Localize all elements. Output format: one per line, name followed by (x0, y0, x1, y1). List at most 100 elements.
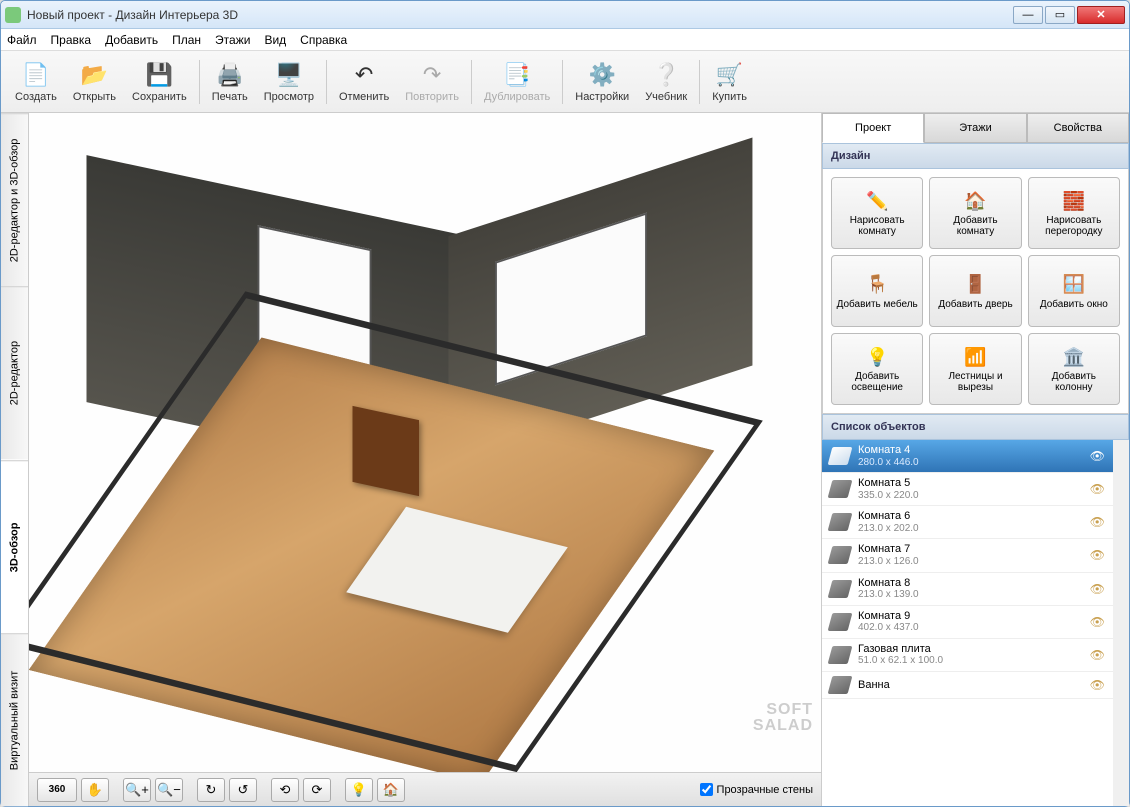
toolbar-Печать[interactable]: 🖨️Печать (204, 57, 256, 107)
toolbar-Отменить[interactable]: ↶Отменить (331, 57, 397, 107)
view-button-5[interactable]: ↺ (229, 778, 257, 802)
visibility-icon[interactable]: 👁 (1090, 548, 1105, 562)
toolbar-Сохранить[interactable]: 💾Сохранить (124, 57, 195, 107)
tool-Лестницы и вырезы[interactable]: 📶Лестницы и вырезы (929, 333, 1021, 405)
box-icon (828, 513, 853, 531)
maximize-button[interactable]: ▭ (1045, 6, 1075, 24)
toolbar-label: Учебник (645, 91, 687, 103)
toolbar-separator (699, 60, 700, 104)
object-size: 335.0 x 220.0 (858, 490, 1082, 502)
tool-Добавить дверь[interactable]: 🚪 Добавить дверь (929, 255, 1021, 327)
design-header: Дизайн (822, 143, 1129, 169)
tool-Добавить комнату[interactable]: 🏠Добавить комнату (929, 177, 1021, 249)
visibility-icon[interactable]: 👁 (1090, 615, 1105, 629)
menu-Правка[interactable]: Правка (51, 33, 92, 47)
tool-label: Добавить освещение (836, 371, 918, 393)
object-size: 402.0 x 437.0 (858, 622, 1082, 634)
main-area: 2D-редактор и 3D-обзор2D-редактор3D-обзо… (1, 113, 1129, 806)
toolbar-Настройки[interactable]: ⚙️Настройки (567, 57, 637, 107)
view-button-3[interactable]: 🔍− (155, 778, 183, 802)
menu-Вид[interactable]: Вид (264, 33, 286, 47)
sidetab-1[interactable]: 2D-редактор (1, 286, 28, 459)
toolbar-label: Создать (15, 91, 57, 103)
object-Комната 4[interactable]: Комната 4280.0 x 446.0👁 (822, 440, 1113, 473)
toolbar-label: Отменить (339, 91, 389, 103)
tool-icon: 🪑 (865, 273, 889, 297)
box-icon (828, 613, 853, 631)
tool-Добавить мебель[interactable]: 🪑Добавить мебель (831, 255, 923, 327)
object-name: Комната 8 (858, 577, 1082, 590)
tool-Добавить освещение[interactable]: 💡Добавить освещение (831, 333, 923, 405)
view-button-7[interactable]: ⟳ (303, 778, 331, 802)
tool-Добавить окно[interactable]: 🪟Добавить окно (1028, 255, 1120, 327)
object-name: Комната 6 (858, 510, 1082, 523)
tool-grid: ✏️Нарисовать комнату🏠Добавить комнату🧱На… (822, 169, 1129, 414)
visibility-icon[interactable]: 👁 (1090, 582, 1105, 596)
Дублировать-icon: 📑 (503, 61, 531, 89)
close-button[interactable]: ✕ (1077, 6, 1125, 24)
menu-Добавить[interactable]: Добавить (105, 33, 158, 47)
tool-label: Нарисовать комнату (836, 215, 918, 237)
tool-Нарисовать перегородку[interactable]: 🧱Нарисовать перегородку (1028, 177, 1120, 249)
object-Комната 8[interactable]: Комната 8213.0 x 139.0 👁 (822, 573, 1113, 606)
toolbar-Купить[interactable]: 🛒Купить (704, 57, 755, 107)
visibility-icon[interactable]: 👁 (1090, 515, 1105, 529)
object-Ванна[interactable]: Ванна👁 (822, 672, 1113, 699)
view-button-0[interactable]: 360 (37, 778, 77, 802)
tool-icon: 🏠 (963, 189, 987, 213)
transparent-walls-checkbox[interactable]: Прозрачные стены (700, 783, 813, 796)
object-Комната 5[interactable]: Комната 5335.0 x 220.0👁 (822, 473, 1113, 506)
visibility-icon[interactable]: 👁 (1090, 482, 1105, 496)
sidetab-0[interactable]: 2D-редактор и 3D-обзор (1, 113, 28, 286)
toolbar-Создать[interactable]: 📄Создать (7, 57, 65, 107)
object-Комната 9[interactable]: Комната 9402.0 x 437.0👁 (822, 606, 1113, 639)
right-tab-Проект[interactable]: Проект (822, 113, 924, 143)
menu-Файл[interactable]: Файл (7, 33, 37, 47)
toolbar-Открыть[interactable]: 📂Открыть (65, 57, 124, 107)
Открыть-icon: 📂 (80, 61, 108, 89)
object-size: 213.0 x 126.0 (858, 556, 1082, 568)
view-button-1[interactable]: ✋ (81, 778, 109, 802)
view-button-2[interactable]: 🔍+ (123, 778, 151, 802)
object-Комната 7[interactable]: Комната 7213.0 x 126.0👁 (822, 539, 1113, 572)
right-tabs: ПроектЭтажиСвойства (822, 113, 1129, 143)
view-button-6[interactable]: ⟲ (271, 778, 299, 802)
Учебник-icon: ❔ (652, 61, 680, 89)
view-button-9[interactable]: 🏠 (377, 778, 405, 802)
watermark: SOFT SALAD (753, 702, 813, 734)
view-button-8[interactable]: 💡 (345, 778, 373, 802)
right-panel: ПроектЭтажиСвойства Дизайн ✏️Нарисовать … (821, 113, 1129, 806)
visibility-icon[interactable]: 👁 (1090, 678, 1105, 692)
tool-Нарисовать комнату[interactable]: ✏️Нарисовать комнату (831, 177, 923, 249)
box-icon (828, 480, 853, 498)
object-list: Комната 4280.0 x 446.0👁Комната 5335.0 x … (822, 440, 1113, 806)
object-Газовая плита[interactable]: Газовая плита51.0 x 62.1 x 100.0👁 (822, 639, 1113, 672)
visibility-icon[interactable]: 👁 (1090, 449, 1105, 463)
toolbar-Просмотр[interactable]: 🖥️Просмотр (256, 57, 322, 107)
tool-Добавить колонну[interactable]: 🏛️Добавить колонну (1028, 333, 1120, 405)
sidetab-2[interactable]: 3D-обзор (1, 460, 28, 633)
tool-label: Добавить колонну (1033, 371, 1115, 393)
objects-header: Список объектов (822, 414, 1129, 440)
right-tab-Этажи[interactable]: Этажи (924, 113, 1026, 143)
box-icon (828, 447, 853, 465)
tool-label: Добавить дверь (938, 299, 1012, 310)
tool-icon: 📶 (963, 345, 987, 369)
right-tab-Свойства[interactable]: Свойства (1027, 113, 1129, 143)
view-button-4[interactable]: ↻ (197, 778, 225, 802)
menu-Этажи[interactable]: Этажи (215, 33, 250, 47)
sidetab-3[interactable]: Виртуальный визит (1, 633, 28, 806)
side-tabs: 2D-редактор и 3D-обзор2D-редактор3D-обзо… (1, 113, 29, 806)
tool-icon: 🚪 (963, 273, 987, 297)
menu-План[interactable]: План (172, 33, 201, 47)
scrollbar[interactable] (1113, 440, 1129, 806)
visibility-icon[interactable]: 👁 (1090, 648, 1105, 662)
bottom-toolbar: 360✋ 🔍+🔍− ↻↺ ⟲⟳ 💡🏠 Прозрачные стены (29, 772, 821, 806)
tool-label: Добавить комнату (934, 215, 1016, 237)
toolbar-Учебник[interactable]: ❔ Учебник (637, 57, 695, 107)
minimize-button[interactable]: — (1013, 6, 1043, 24)
menu-Справка[interactable]: Справка (300, 33, 347, 47)
object-size: 213.0 x 139.0 (858, 589, 1082, 601)
3d-canvas[interactable]: SOFT SALAD (29, 113, 821, 772)
object-Комната 6[interactable]: Комната 6213.0 x 202.0👁 (822, 506, 1113, 539)
